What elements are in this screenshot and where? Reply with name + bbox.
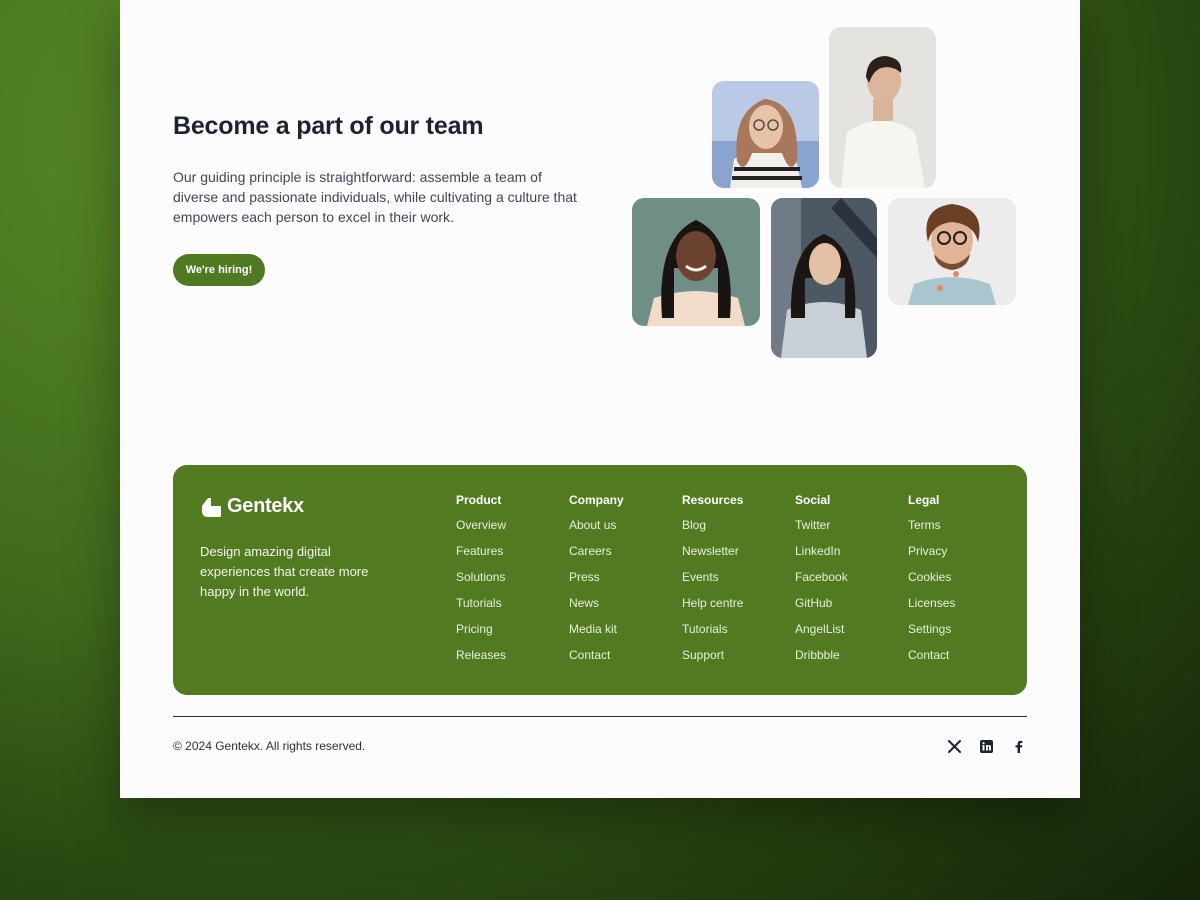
column-heading: Legal — [908, 493, 940, 507]
team-photo-man-profile — [829, 27, 936, 188]
footer-column-social: Social Twitter LinkedIn Facebook GitHub … — [795, 493, 848, 673]
footer-link-features[interactable]: Features — [456, 543, 506, 569]
linkedin-icon[interactable] — [978, 738, 994, 754]
footer-link-support[interactable]: Support — [682, 647, 743, 673]
column-heading: Resources — [682, 493, 744, 507]
footer-link-tutorials[interactable]: Tutorials — [456, 595, 506, 621]
footer-link-cookies[interactable]: Cookies — [908, 569, 955, 595]
team-photo-woman-braids — [632, 198, 760, 326]
footer-link-github[interactable]: GitHub — [795, 595, 848, 621]
footer-link-newsletter[interactable]: Newsletter — [682, 543, 743, 569]
footer-link-twitter[interactable]: Twitter — [795, 517, 848, 543]
footer-link-blog[interactable]: Blog — [682, 517, 743, 543]
brand-name: Gentekx — [227, 495, 304, 517]
site-footer: Gentekx Design amazing digital experienc… — [173, 465, 1027, 695]
team-photo-woman-glasses — [712, 81, 819, 188]
footer-column-product: Product Overview Features Solutions Tuto… — [456, 493, 506, 673]
footer-column-resources: Resources Blog Newsletter Events Help ce… — [682, 493, 743, 673]
hero-description: Our guiding principle is straightforward… — [173, 169, 577, 225]
footer-column-legal: Legal Terms Privacy Cookies Licenses Set… — [908, 493, 955, 673]
footer-link-help-centre[interactable]: Help centre — [682, 595, 743, 621]
footer-link-licenses[interactable]: Licenses — [908, 595, 955, 621]
footer-tagline: Design amazing digital experiences that … — [200, 544, 369, 599]
footer-link-media-kit[interactable]: Media kit — [569, 621, 624, 647]
footer-link-contact[interactable]: Contact — [569, 647, 624, 673]
hiring-button[interactable]: We're hiring! — [173, 254, 265, 286]
footer-link-dribbble[interactable]: Dribbble — [795, 647, 848, 673]
footer-link-linkedin[interactable]: LinkedIn — [795, 543, 848, 569]
footer-link-press[interactable]: Press — [569, 569, 624, 595]
footer-link-settings[interactable]: Settings — [908, 621, 955, 647]
page-card: Become a part of our team Our guiding pr… — [120, 0, 1080, 798]
gentekx-logo-icon — [202, 497, 221, 517]
footer-link-solutions[interactable]: Solutions — [456, 569, 506, 595]
footer-logo[interactable]: Gentekx — [200, 495, 304, 518]
footer-link-contact[interactable]: Contact — [908, 647, 955, 673]
copyright-text: © 2024 Gentekx. All rights reserved. — [173, 739, 366, 753]
footer-link-careers[interactable]: Careers — [569, 543, 624, 569]
team-photo-man-curly — [888, 198, 1016, 305]
footer-link-facebook[interactable]: Facebook — [795, 569, 848, 595]
hero-title: Become a part of our team — [173, 112, 484, 140]
footer-link-angellist[interactable]: AngelList — [795, 621, 848, 647]
footer-divider — [173, 716, 1027, 717]
footer-link-overview[interactable]: Overview — [456, 517, 506, 543]
footer-link-pricing[interactable]: Pricing — [456, 621, 506, 647]
footer-link-privacy[interactable]: Privacy — [908, 543, 955, 569]
footer-link-releases[interactable]: Releases — [456, 647, 506, 673]
footer-link-events[interactable]: Events — [682, 569, 743, 595]
social-icons — [946, 738, 1026, 754]
footer-link-tutorials[interactable]: Tutorials — [682, 621, 743, 647]
footer-link-terms[interactable]: Terms — [908, 517, 955, 543]
team-photo-woman-stairs — [771, 198, 877, 358]
column-heading: Company — [569, 493, 624, 507]
column-heading: Social — [795, 493, 831, 507]
footer-column-company: Company About us Careers Press News Medi… — [569, 493, 624, 673]
column-heading: Product — [456, 493, 502, 507]
x-icon[interactable] — [946, 738, 962, 754]
facebook-icon[interactable] — [1010, 738, 1026, 754]
footer-link-news[interactable]: News — [569, 595, 624, 621]
footer-link-about-us[interactable]: About us — [569, 517, 624, 543]
